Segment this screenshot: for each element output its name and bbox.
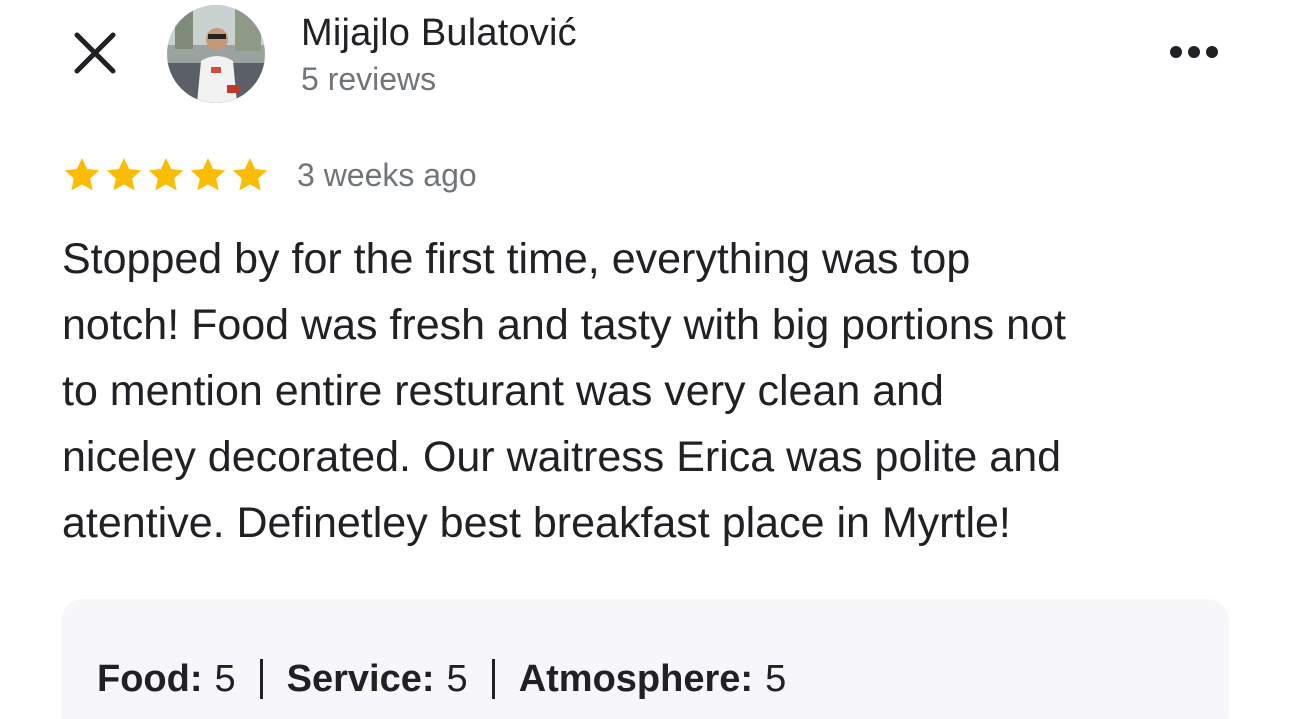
rating-row: 3 weeks ago [62,152,477,198]
attribute-label: Food: [97,658,203,700]
star-icon [190,158,226,191]
avatar[interactable] [167,5,265,103]
avatar-photo [167,5,265,103]
close-button[interactable] [70,28,120,78]
attribute-value: 5 [214,658,236,700]
star-icon [148,158,184,191]
attribute-label: Service: [286,658,435,700]
review-text-line: notch! Food was fresh and tasty with big… [62,301,1066,349]
review-text-line: niceley decorated. Our waitress Erica wa… [62,433,1062,481]
more-options-button[interactable] [1164,32,1224,72]
star-icon [232,158,268,191]
star-rating [62,155,270,195]
attribute-ratings-box: Food: 5 Service: 5 Atmosphere: 5 [61,599,1229,719]
reviewer-name[interactable]: Mijajlo Bulatović [301,10,577,56]
review-text-line: atentive. Definetley best breakfast plac… [62,499,1011,547]
more-horizontal-icon [1170,46,1182,58]
close-icon [74,32,116,74]
attribute-label: Atmosphere: [518,658,754,700]
attribute-ratings: Food: 5 Service: 5 Atmosphere: 5 [97,653,786,705]
more-horizontal-icon-dot [1206,46,1218,58]
review-detail-screen: Mijajlo Bulatović 5 reviews 3 weeks ago … [0,0,1290,719]
star-icon [64,158,100,191]
attribute-rating: Food: 5 [97,653,236,705]
attribute-value: 5 [765,658,787,700]
review-text: Stopped by for the first time, everythin… [62,226,1242,556]
review-text-line: Stopped by for the first time, everythin… [62,235,971,283]
attribute-rating: Service: 5 [287,653,468,705]
review-time: 3 weeks ago [297,157,477,193]
attribute-value: 5 [446,658,468,700]
attribute-separator [259,659,263,699]
review-count[interactable]: 5 reviews [301,58,436,100]
review-text-line: to mention entire resturant was very cle… [62,367,944,415]
star-icon [106,158,142,191]
more-horizontal-icon-dot [1188,46,1200,58]
attribute-rating: Atmosphere: 5 [519,653,787,705]
attribute-separator [491,659,495,699]
